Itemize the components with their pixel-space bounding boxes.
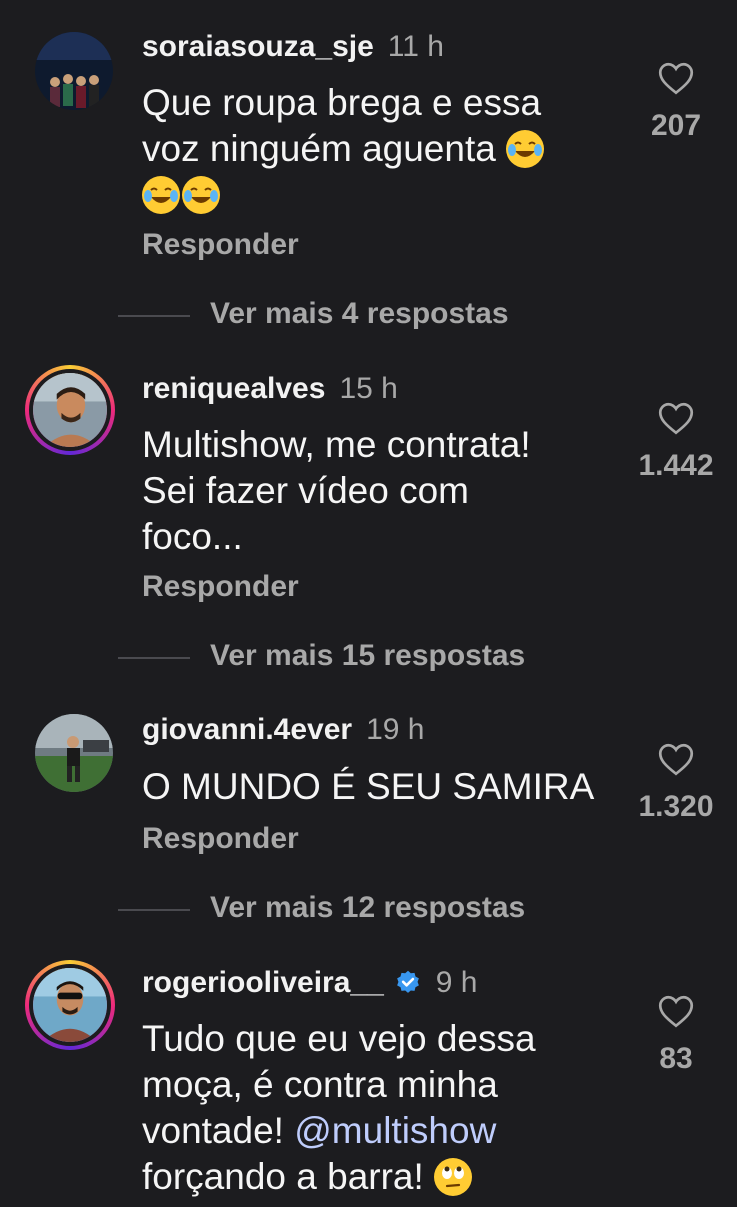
- replies-divider: [118, 315, 190, 317]
- comment-author: giovanni.4ever 19 h: [142, 713, 424, 747]
- view-more-replies-label[interactable]: Ver mais 12 respostas: [210, 891, 525, 925]
- like-control: 207: [631, 62, 721, 143]
- face-with-tears-of-joy-emoji: [182, 176, 220, 214]
- comment-line: moça, é contra minha: [142, 1064, 498, 1105]
- reply-button[interactable]: Responder: [142, 822, 299, 856]
- comment-line: O MUNDO É SEU SAMIRA: [142, 766, 595, 807]
- heart-outline-icon[interactable]: [658, 743, 694, 776]
- comment-line: Sei fazer vídeo com: [142, 470, 469, 511]
- comment-line: foco...: [142, 516, 243, 557]
- view-more-replies-label[interactable]: Ver mais 4 respostas: [210, 297, 509, 331]
- timestamp: 9 h: [435, 966, 478, 999]
- comment-line: voz ninguém aguenta: [142, 126, 612, 172]
- reply-button[interactable]: Responder: [142, 228, 299, 262]
- avatar-image: [35, 714, 113, 792]
- replies-divider: [118, 657, 190, 659]
- comment-line-text: vontade!: [142, 1110, 295, 1151]
- heart-outline-icon[interactable]: [658, 995, 694, 1028]
- like-control: 1.320: [631, 743, 721, 824]
- comment-author: soraiasouza_sje 11 h: [142, 30, 444, 64]
- username-link[interactable]: rogeriooliveira__: [142, 966, 384, 1000]
- comment-author: rogeriooliveira__ 9 h: [142, 966, 478, 1000]
- like-count: 1.442: [638, 449, 714, 482]
- comment-line-text: forçando a barra!: [142, 1156, 424, 1197]
- mention-link[interactable]: @multishow: [294, 1110, 496, 1151]
- reply-button[interactable]: Responder: [142, 570, 299, 604]
- comment-line-text: voz ninguém aguenta: [142, 128, 496, 169]
- like-count: 207: [650, 109, 702, 142]
- username-link[interactable]: giovanni.4ever: [142, 713, 352, 747]
- avatar-story-ring[interactable]: [25, 960, 115, 1050]
- comment-line: forçando a barra!: [142, 1154, 612, 1200]
- timestamp: 11 h: [387, 30, 444, 63]
- username-link[interactable]: reniquealves: [142, 372, 325, 406]
- avatar-image: [33, 373, 107, 447]
- avatar[interactable]: [35, 32, 113, 110]
- like-count: 1.320: [638, 790, 714, 823]
- view-more-replies-label[interactable]: Ver mais 15 respostas: [210, 639, 525, 673]
- comment-line: Tudo que eu vejo dessa: [142, 1018, 536, 1059]
- comment-text: O MUNDO É SEU SAMIRA: [142, 764, 632, 810]
- comment-text: Que roupa brega e essa voz ninguém aguen…: [142, 80, 612, 218]
- comment-text: Tudo que eu vejo dessa moça, é contra mi…: [142, 1016, 612, 1200]
- face-with-tears-of-joy-emoji: [142, 176, 180, 214]
- like-count: 83: [659, 1042, 693, 1075]
- face-with-tears-of-joy-emoji: [506, 130, 545, 168]
- avatar-image: [35, 32, 113, 110]
- avatar-story-ring[interactable]: [25, 365, 115, 455]
- timestamp: 19 h: [366, 713, 425, 746]
- like-control: 83: [631, 995, 721, 1076]
- avatar-image: [33, 968, 107, 1042]
- comment-line: [142, 172, 612, 218]
- replies-divider: [118, 909, 190, 911]
- face-with-rolling-eyes-emoji: [434, 1158, 473, 1196]
- heart-outline-icon[interactable]: [658, 402, 694, 435]
- comment-author: reniquealves 15 h: [142, 372, 398, 406]
- comment-line: vontade! @multishow: [142, 1108, 612, 1154]
- heart-outline-icon[interactable]: [658, 62, 694, 95]
- comment-line: Multishow, me contrata!: [142, 424, 531, 465]
- comment-line: Que roupa brega e essa: [142, 82, 542, 123]
- avatar[interactable]: [35, 714, 113, 792]
- timestamp: 15 h: [339, 372, 398, 405]
- like-control: 1.442: [631, 402, 721, 483]
- verified-badge-icon: [396, 970, 419, 993]
- comment-text: Multishow, me contrata! Sei fazer vídeo …: [142, 422, 612, 560]
- username-link[interactable]: soraiasouza_sje: [142, 30, 374, 64]
